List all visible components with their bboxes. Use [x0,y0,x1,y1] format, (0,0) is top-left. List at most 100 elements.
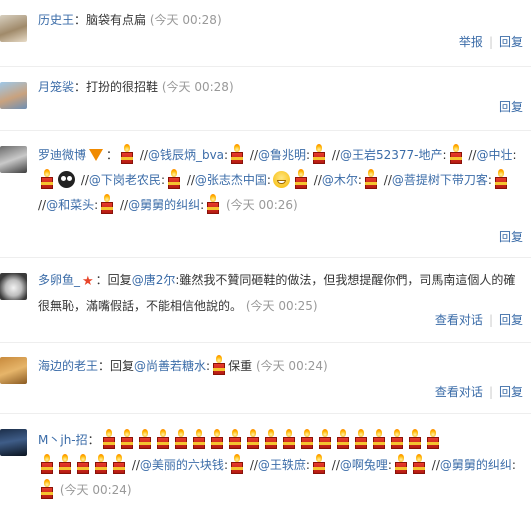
candle-emoji-icon [494,169,508,189]
forward-sep: // [38,198,47,212]
candle-emoji-icon [76,454,90,474]
candle-emoji-icon [210,429,224,449]
comment-actions: 回复 [499,98,523,115]
dark-face-emoji-icon [58,171,75,188]
comment-body: 历史王：脑袋有点扁 (今天 00:28) [38,8,523,33]
comment-text: ：打扮的很招鞋 [74,80,159,94]
candle-emoji-icon [264,429,278,449]
report-link[interactable]: 举报 [459,35,483,49]
reply-link[interactable]: 回复 [499,385,523,399]
mention-link[interactable]: @唐2尔 [132,273,176,287]
candle-emoji-icon [230,454,244,474]
candle-emoji-icon [372,429,386,449]
mention-link[interactable]: @中壮 [476,148,512,162]
mention-link[interactable]: @张志杰中国 [195,173,267,187]
forward-sep: // [131,458,140,472]
candle-emoji-icon [412,454,426,474]
timestamp: (今天 00:28) [161,80,234,94]
candle-emoji-icon [206,194,220,214]
timestamp: (今天 00:26) [225,198,298,212]
mention-link[interactable]: @舅舅的纠纠 [440,458,512,472]
comment-body: 海边的老王：回复@尚善若糖水: 保重 (今天 00:24) [38,354,523,379]
forward-sep: // [186,173,195,187]
candle-emoji-icon [364,169,378,189]
comment-item: 历史王：脑袋有点扁 (今天 00:28) 举报 | 回复 [0,0,531,67]
forward-sep: // [331,148,340,162]
comment-actions: 回复 [499,228,523,245]
candle-emoji-icon [408,429,422,449]
reply-link[interactable]: 回复 [499,100,523,114]
forward-sep: // [249,148,258,162]
avatar[interactable] [0,15,27,42]
avatar[interactable] [0,82,27,109]
username-link[interactable]: 历史王 [38,13,74,27]
mention-link[interactable]: @王岩52377-地产 [340,148,443,162]
comment-actions: 查看对话 | 回复 [435,311,523,328]
grin-emoji-icon [272,171,290,188]
mention-link[interactable]: @尚善若糖水 [134,359,206,373]
candle-emoji-icon [112,454,126,474]
candle-emoji-icon [40,479,54,499]
divider: | [488,35,493,49]
candle-emoji-icon [318,429,332,449]
forward-sep: // [119,198,129,212]
candle-emoji-icon [212,355,226,375]
candle-emoji-icon [94,454,108,474]
username-link[interactable]: 月笼裟 [38,80,74,94]
mention-link[interactable]: @鲁兆明 [258,148,306,162]
username-link[interactable]: 罗迪微博 [38,148,86,162]
avatar[interactable] [0,273,27,300]
mention-link[interactable]: @王轶庶 [258,458,306,472]
candle-emoji-icon [282,429,296,449]
reply-prefix: ：回复 [98,359,135,373]
mention-link[interactable]: @菩提树下带刀客 [392,173,488,187]
vip-badge-icon [89,149,104,161]
timestamp: (今天 00:28) [149,13,222,27]
divider: | [488,313,493,327]
candle-emoji-icon [102,429,116,449]
divider: | [488,385,493,399]
mention-link[interactable]: @舅舅的纠纠 [128,198,200,212]
reply-link[interactable]: 回复 [499,313,523,327]
mention-link[interactable]: @木尔 [322,173,358,187]
mention-link[interactable]: @钱辰炳_bva [148,148,224,162]
avatar[interactable] [0,357,27,384]
forward-sep: // [249,458,258,472]
reply-link[interactable]: 回复 [499,35,523,49]
candle-emoji-icon [300,429,314,449]
username-link[interactable]: 多卵鱼_ [38,273,80,287]
username-link[interactable]: 海边的老王 [38,359,98,373]
view-conversation-link[interactable]: 查看对话 [435,313,483,327]
candle-emoji-icon [40,169,54,189]
forward-sep: // [139,148,148,162]
forward-sep: // [383,173,392,187]
avatar[interactable] [0,146,27,173]
candle-emoji-icon [120,429,134,449]
candle-emoji-icon [390,429,404,449]
forward-sep: // [331,458,340,472]
candle-emoji-icon [167,169,181,189]
candle-emoji-icon [138,429,152,449]
view-conversation-link[interactable]: 查看对话 [435,385,483,399]
star-badge-icon: ★ [82,274,94,289]
mention-link[interactable]: @下岗老农民 [89,173,161,187]
candle-emoji-icon [100,194,114,214]
reply-link[interactable]: 回复 [499,230,523,244]
candle-emoji-icon [312,454,326,474]
comment-text: ：脑袋有点扁 [74,13,147,27]
forward-sep: // [313,173,322,187]
mention-link[interactable]: @美丽的六块钱 [140,458,224,472]
forward-sep: // [80,173,89,187]
comment-body: M丶jh-招： //@美丽的六块钱: //@王轶庶: //@啊兔哩: //@舅舅… [38,428,523,503]
avatar[interactable] [0,429,27,456]
candle-emoji-icon [228,429,242,449]
candle-emoji-icon [174,429,188,449]
candle-emoji-icon [354,429,368,449]
candle-emoji-icon [336,429,350,449]
username-link[interactable]: M丶jh-招 [38,433,88,447]
mention-link[interactable]: @和菜头 [46,198,94,212]
colon: ： [106,148,119,162]
mention-link[interactable]: @啊兔哩 [340,458,388,472]
comment-actions: 查看对话 | 回复 [435,383,523,400]
comment-text: 保重 [228,359,253,373]
